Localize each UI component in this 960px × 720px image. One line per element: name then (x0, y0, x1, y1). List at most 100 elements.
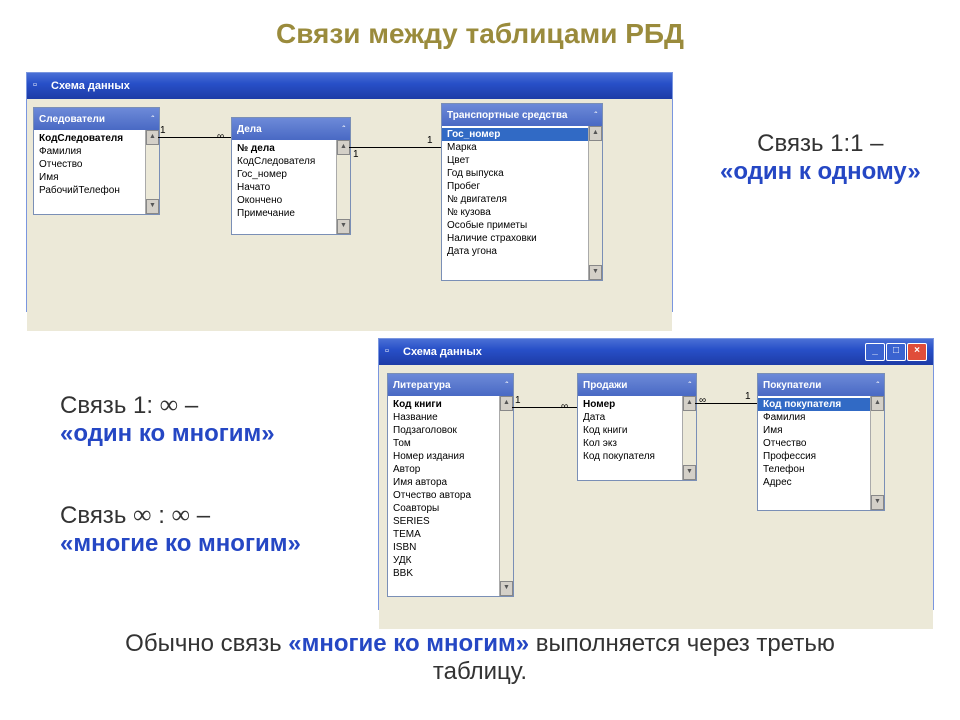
field[interactable]: Гос_номер (442, 128, 602, 141)
field[interactable]: Фамилия (758, 411, 884, 424)
th-1: Следователи (39, 114, 105, 125)
scroll-down-icon[interactable]: ▼ (500, 581, 513, 596)
field[interactable]: Наличие страховки (442, 232, 602, 245)
field[interactable]: Код покупателя (578, 450, 696, 463)
caption-1-inf: Связь 1: ∞ – «один ко многим» (60, 390, 275, 448)
field[interactable]: Соавторы (388, 502, 513, 515)
table-sales[interactable]: Продажи ˆ Номер Дата Код книги Кол экз Ко… (577, 373, 697, 481)
field[interactable]: Год выпуска (442, 167, 602, 180)
collapse-icon[interactable]: ˆ (342, 125, 345, 134)
schema-window-2: ▫Схема данных _ □ × Литератураˆ Код книг… (378, 338, 934, 610)
relation-label-one: 1 (427, 135, 433, 146)
field[interactable]: ISBN (388, 541, 513, 554)
caption-inf-inf: Связь ∞ : ∞ – «многие ко многим» (60, 500, 301, 558)
table-literature[interactable]: Литератураˆ Код книги Название Подзаголо… (387, 373, 514, 597)
field[interactable]: SERIES (388, 515, 513, 528)
field[interactable]: Цвет (442, 154, 602, 167)
collapse-icon[interactable]: ˆ (876, 381, 879, 390)
th-sales: Продажи (583, 380, 627, 391)
caption-1-1: Связь 1:1 –«один к одному» (720, 130, 921, 186)
relation-line (349, 147, 441, 148)
table-buyers[interactable]: Покупатели ˆ Код покупателя Фамилия Имя О… (757, 373, 885, 511)
schema-window-1: ▫ Схема данных Следователи ˆ КодСледовател… (26, 72, 673, 312)
maximize-button[interactable]: □ (886, 343, 906, 361)
scroll-down-icon[interactable]: ▼ (589, 265, 602, 280)
relation-label-many: ∞ (561, 401, 568, 412)
field[interactable]: Имя (34, 171, 159, 184)
field[interactable]: Код покупателя (758, 398, 884, 411)
field[interactable]: Отчество автора (388, 489, 513, 502)
scroll-down-icon[interactable]: ▼ (146, 199, 159, 214)
scroll-up-icon[interactable]: ▲ (589, 126, 602, 141)
field[interactable]: РабочийТелефон (34, 184, 159, 197)
field[interactable]: Кол экз (578, 437, 696, 450)
th-3: Транспортные средства (447, 110, 567, 121)
field[interactable]: Подзаголовок (388, 424, 513, 437)
th-buyers: Покупатели (763, 380, 821, 391)
scrollbar[interactable]: ▲▼ (682, 396, 696, 480)
field[interactable]: TEMA (388, 528, 513, 541)
field[interactable]: Телефон (758, 463, 884, 476)
field[interactable]: Примечание (232, 207, 350, 220)
titlebar-2[interactable]: ▫Схема данных _ □ × (379, 339, 933, 365)
scrollbar[interactable]: ▲▼ (145, 130, 159, 214)
field[interactable]: № кузова (442, 206, 602, 219)
relation-label-one: 1 (745, 391, 751, 402)
field[interactable]: КодСледователя (232, 155, 350, 168)
title-1: Схема данных (51, 80, 130, 92)
scrollbar[interactable]: ▲▼ (499, 396, 513, 596)
field[interactable]: Адрес (758, 476, 884, 489)
field[interactable]: № двигателя (442, 193, 602, 206)
field[interactable]: Автор (388, 463, 513, 476)
field[interactable]: Особые приметы (442, 219, 602, 232)
field[interactable]: Имя (758, 424, 884, 437)
slide-title: Связи между таблицами РБД (0, 0, 960, 58)
relation-label-one: 1 (515, 395, 521, 406)
field[interactable]: Отчество (34, 158, 159, 171)
minimize-button[interactable]: _ (865, 343, 885, 361)
table-cases[interactable]: Дела ˆ № дела КодСледователя Гос_номер На… (231, 117, 351, 235)
field[interactable]: Код книги (388, 398, 513, 411)
scrollbar[interactable]: ▲▼ (336, 140, 350, 234)
field[interactable]: Марка (442, 141, 602, 154)
scroll-down-icon[interactable]: ▼ (683, 465, 696, 480)
close-button[interactable]: × (907, 343, 927, 361)
field[interactable]: Дата угона (442, 245, 602, 258)
relation-label-one: 1 (353, 149, 359, 160)
collapse-icon[interactable]: ˆ (594, 111, 597, 120)
scrollbar[interactable]: ▲▼ (588, 126, 602, 280)
field[interactable]: № дела (232, 142, 350, 155)
scroll-up-icon[interactable]: ▲ (871, 396, 884, 411)
field[interactable]: Начато (232, 181, 350, 194)
collapse-icon[interactable]: ˆ (151, 115, 154, 124)
field[interactable]: Код книги (578, 424, 696, 437)
field[interactable]: Название (388, 411, 513, 424)
field[interactable]: Имя автора (388, 476, 513, 489)
field[interactable]: Гос_номер (232, 168, 350, 181)
field[interactable]: Фамилия (34, 145, 159, 158)
relation-label-one: 1 (160, 125, 166, 136)
field[interactable]: УДК (388, 554, 513, 567)
db-icon: ▫ (33, 79, 47, 93)
scroll-up-icon[interactable]: ▲ (500, 396, 513, 411)
relation-label-many: ∞ (217, 131, 224, 142)
table-vehicles[interactable]: Транспортные средства ˆ Гос_номер Марка Ц… (441, 103, 603, 281)
field[interactable]: Том (388, 437, 513, 450)
field[interactable]: Номер (578, 398, 696, 411)
scrollbar[interactable]: ▲▼ (870, 396, 884, 510)
field[interactable]: BBK (388, 567, 513, 580)
table-investigators[interactable]: Следователи ˆ КодСледователя Фамилия Отче… (33, 107, 160, 215)
scroll-down-icon[interactable]: ▼ (337, 219, 350, 234)
collapse-icon[interactable]: ˆ (688, 381, 691, 390)
collapse-icon[interactable]: ˆ (505, 381, 508, 390)
field[interactable]: Номер издания (388, 450, 513, 463)
field[interactable]: Пробег (442, 180, 602, 193)
field[interactable]: Профессия (758, 450, 884, 463)
field[interactable]: Окончено (232, 194, 350, 207)
field[interactable]: Дата (578, 411, 696, 424)
scroll-down-icon[interactable]: ▼ (871, 495, 884, 510)
field[interactable]: КодСледователя (34, 132, 159, 145)
th-2: Дела (237, 124, 262, 135)
titlebar-1[interactable]: ▫ Схема данных (27, 73, 672, 99)
field[interactable]: Отчество (758, 437, 884, 450)
